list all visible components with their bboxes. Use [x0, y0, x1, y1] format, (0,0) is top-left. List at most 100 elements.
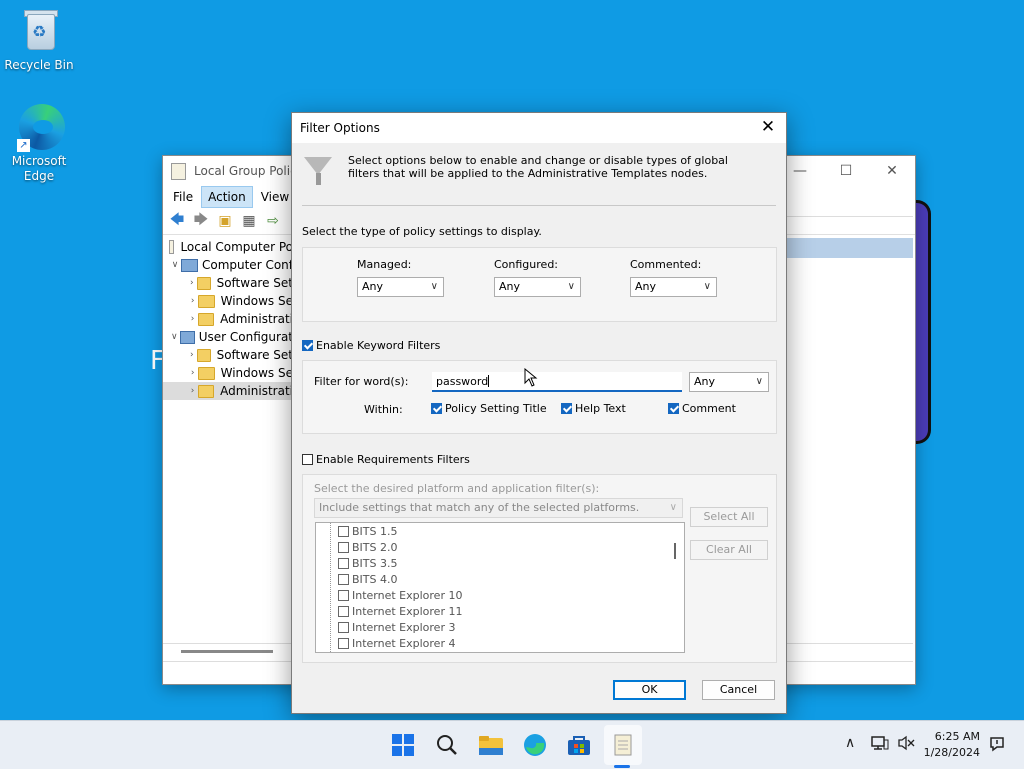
folder-icon — [196, 276, 211, 290]
expand-chevron-icon[interactable]: › — [187, 274, 197, 292]
close-icon[interactable]: ✕ — [869, 156, 915, 186]
menu-file[interactable]: File — [167, 187, 199, 207]
checkbox-checked[interactable] — [302, 340, 313, 351]
platform-item[interactable]: BITS 2.0 — [338, 540, 397, 556]
filter-match-dropdown[interactable]: Any ∨ — [689, 372, 769, 392]
cancel-button[interactable]: Cancel — [702, 680, 775, 700]
filter-options-dialog[interactable]: Filter Options ✕ Select options below to… — [291, 112, 787, 714]
chevron-down-icon: ∨ — [669, 502, 677, 513]
platform-item[interactable]: BITS 1.5 — [338, 524, 397, 540]
up-folder-icon[interactable]: ▣ — [215, 212, 235, 230]
clock[interactable]: 6:25 AM 1/28/2024 — [924, 729, 980, 761]
scrollbar-thumb[interactable] — [674, 543, 676, 559]
mouse-pointer-icon — [524, 368, 538, 387]
platform-listbox[interactable]: BITS 1.5 BITS 2.0 BITS 3.5 BITS 4.0 Inte… — [315, 522, 685, 653]
ok-button[interactable]: OK — [613, 680, 686, 700]
select-all-button[interactable]: Select All — [690, 507, 768, 527]
enable-requirements-filters-checkbox[interactable]: Enable Requirements Filters — [302, 453, 470, 466]
tree-item-windows-settings[interactable]: › Windows Se — [163, 364, 293, 382]
expand-chevron-icon[interactable]: › — [187, 382, 198, 400]
commented-label: Commented: — [630, 258, 702, 271]
collapse-chevron-icon[interactable]: ∨ — [169, 328, 180, 346]
checkbox-unchecked[interactable] — [302, 454, 313, 465]
desktop-icon-recycle-bin[interactable]: ♻ Recycle Bin — [1, 8, 77, 73]
expand-chevron-icon[interactable]: › — [187, 292, 198, 310]
edge-icon[interactable] — [521, 731, 549, 759]
tree-item-administrative-templates[interactable]: › Administrati — [163, 310, 293, 328]
platform-item[interactable]: BITS 4.0 — [338, 572, 397, 588]
tree-item-software-settings[interactable]: › Software Set — [163, 346, 293, 364]
checkbox-unchecked[interactable] — [338, 574, 349, 585]
checkbox-unchecked[interactable] — [338, 590, 349, 601]
divider — [302, 205, 776, 206]
menu-action[interactable]: Action — [201, 186, 253, 208]
clear-all-button[interactable]: Clear All — [690, 540, 768, 560]
tree-item-administrative-templates-selected[interactable]: › Administrati — [163, 382, 293, 400]
platform-item[interactable]: Internet Explorer 10 — [338, 588, 462, 604]
file-explorer-icon[interactable] — [477, 731, 505, 759]
tree-item-local-computer-policy[interactable]: Local Computer Po — [163, 238, 293, 256]
vertical-scrollbar[interactable] — [668, 523, 684, 652]
scrollbar-thumb[interactable] — [181, 650, 273, 653]
checkbox-unchecked[interactable] — [338, 558, 349, 569]
show-hide-tree-icon[interactable]: ▦ — [239, 212, 259, 230]
desktop-icon-edge[interactable]: ↗ Microsoft Edge — [1, 104, 77, 184]
checkbox-checked[interactable] — [431, 403, 442, 414]
within-help-text-checkbox[interactable]: Help Text — [561, 402, 626, 415]
within-policy-title-checkbox[interactable]: Policy Setting Title — [431, 402, 547, 415]
checkbox-unchecked[interactable] — [338, 606, 349, 617]
tree-item-software-settings[interactable]: › Software Set — [163, 274, 293, 292]
tree-item-windows-settings[interactable]: › Windows Se — [163, 292, 293, 310]
network-icon[interactable] — [871, 735, 889, 755]
store-icon[interactable] — [565, 731, 593, 759]
checkbox-unchecked[interactable] — [338, 542, 349, 553]
platform-item-label: Internet Explorer 11 — [352, 605, 463, 618]
back-arrow-icon[interactable]: 🡄 — [167, 212, 187, 230]
gpe-tree: Local Computer Po ∨ Computer Conf › Soft… — [163, 238, 294, 658]
menu-view[interactable]: View — [255, 187, 295, 207]
checkbox-unchecked[interactable] — [338, 622, 349, 633]
chevron-down-icon: ∨ — [755, 376, 763, 387]
within-comment-checkbox[interactable]: Comment — [668, 402, 736, 415]
chevron-up-icon[interactable]: ∧ — [845, 735, 855, 751]
platform-item[interactable]: Internet Explorer 4 — [338, 636, 455, 652]
edge-icon: ↗ — [15, 104, 65, 152]
taskbar: ∧ 6:25 AM 1/28/2024 — [0, 720, 1024, 769]
expand-chevron-icon[interactable]: › — [187, 346, 197, 364]
maximize-icon[interactable]: ☐ — [823, 156, 869, 186]
platform-item[interactable]: Internet Explorer 11 — [338, 604, 462, 620]
enable-keyword-filters-checkbox[interactable]: Enable Keyword Filters — [302, 339, 440, 352]
checkbox-checked[interactable] — [561, 403, 572, 414]
checkbox-checked[interactable] — [668, 403, 679, 414]
notepad-icon[interactable] — [609, 731, 637, 759]
export-list-icon[interactable]: ⇨ — [263, 212, 283, 230]
list-selected-row[interactable] — [787, 238, 913, 258]
close-icon[interactable]: ✕ — [758, 117, 778, 137]
expand-chevron-icon[interactable]: › — [187, 310, 198, 328]
platform-item[interactable]: BITS 3.5 — [338, 556, 397, 572]
volume-muted-icon[interactable] — [897, 735, 915, 755]
forward-arrow-icon[interactable]: 🡆 — [191, 212, 211, 230]
within-label: Within: — [364, 403, 403, 416]
notification-icon[interactable] — [988, 735, 1006, 757]
commented-dropdown[interactable]: Any ∨ — [630, 277, 717, 297]
tree-item-label: Administrati — [220, 384, 293, 398]
search-icon[interactable] — [433, 731, 461, 759]
expand-chevron-icon[interactable]: › — [187, 364, 198, 382]
checkbox-unchecked[interactable] — [338, 638, 349, 649]
chevron-down-icon: ∨ — [567, 281, 575, 292]
tree-item-user-configuration[interactable]: ∨ User Configurat — [163, 328, 293, 346]
platform-mode-dropdown[interactable]: Include settings that match any of the s… — [314, 498, 683, 518]
collapse-chevron-icon[interactable]: ∨ — [169, 256, 181, 274]
platform-mode-value: Include settings that match any of the s… — [319, 501, 640, 514]
desktop-icon-label: Recycle Bin — [4, 58, 74, 72]
dialog-titlebar[interactable]: Filter Options ✕ — [292, 113, 786, 143]
configured-dropdown[interactable]: Any ∨ — [494, 277, 581, 297]
start-icon[interactable] — [389, 731, 417, 759]
checkbox-unchecked[interactable] — [338, 526, 349, 537]
tree-item-computer-configuration[interactable]: ∨ Computer Conf — [163, 256, 293, 274]
platform-filter-label: Select the desired platform and applicat… — [314, 482, 600, 495]
filter-words-input[interactable]: password — [432, 372, 682, 392]
managed-dropdown[interactable]: Any ∨ — [357, 277, 444, 297]
platform-item[interactable]: Internet Explorer 3 — [338, 620, 455, 636]
